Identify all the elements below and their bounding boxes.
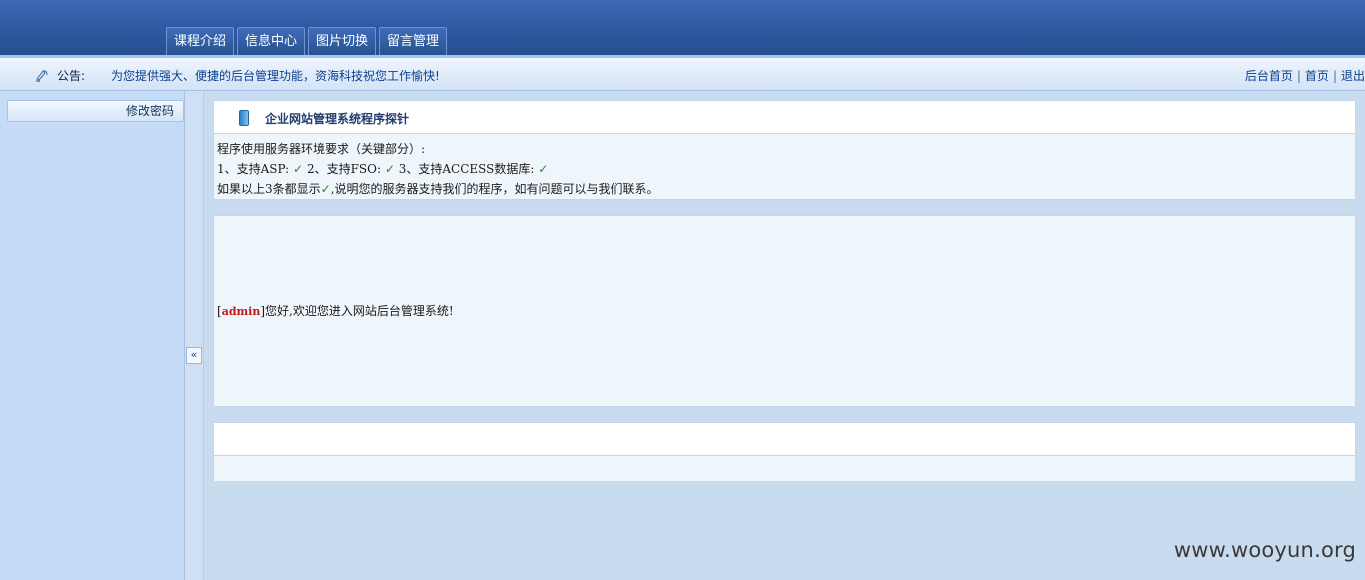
welcome-text: 您好,欢迎您进入网站后台管理系统! bbox=[265, 304, 454, 318]
welcome-message: [admin]您好,欢迎您进入网站后台管理系统! bbox=[217, 302, 454, 319]
req-asp-label: 1、支持ASP: bbox=[217, 162, 290, 176]
watermark: www.wooyun.org bbox=[1173, 538, 1356, 562]
probe-panel: 企业网站管理系统程序探针 程序使用服务器环境要求（关键部分）: 1、支持ASP:… bbox=[213, 100, 1356, 200]
notice-bar: 公告: 为您提供强大、便捷的后台管理功能，资海科技祝您工作愉快! 后台首页 | 首页… bbox=[0, 55, 1365, 91]
check-icon: ✓ bbox=[538, 162, 549, 176]
tab-course-intro[interactable]: 课程介绍 bbox=[166, 27, 235, 55]
probe-panel-body: 程序使用服务器环境要求（关键部分）: 1、支持ASP: ✓ 2、支持FSO: ✓… bbox=[214, 134, 1355, 199]
main-nav: 课程介绍 信息中心 图片切换 留言管理 bbox=[166, 27, 450, 55]
sidebar-item-change-password[interactable]: 修改密码 bbox=[7, 100, 184, 122]
megaphone-icon bbox=[36, 70, 48, 82]
tab-image-switch[interactable]: 图片切换 bbox=[308, 27, 377, 55]
top-header: 课程介绍 信息中心 图片切换 留言管理 bbox=[0, 0, 1365, 55]
probe-panel-header: 企业网站管理系统程序探针 bbox=[214, 101, 1355, 134]
notice-text: 为您提供强大、便捷的后台管理功能，资海科技祝您工作愉快! bbox=[111, 69, 440, 83]
notice-label: 公告: bbox=[57, 69, 86, 83]
requirements-list: 1、支持ASP: ✓ 2、支持FSO: ✓ 3、支持ACCESS数据库: ✓ bbox=[217, 159, 1352, 179]
phone-icon bbox=[239, 110, 249, 126]
logout-link[interactable]: 退出 bbox=[1341, 69, 1365, 83]
username: admin bbox=[221, 305, 261, 318]
admin-home-link[interactable]: 后台首页 bbox=[1245, 69, 1293, 83]
tab-info-center[interactable]: 信息中心 bbox=[237, 27, 306, 55]
note-post: ,说明您的服务器支持我们的程序，如有问题可以与我们联系。 bbox=[330, 182, 659, 196]
check-icon: ✓ bbox=[293, 162, 304, 176]
req-fso-label: 2、支持FSO: bbox=[306, 162, 382, 176]
req-access-label: 3、支持ACCESS数据库: bbox=[398, 162, 535, 176]
sidebar: 修改密码 bbox=[0, 91, 185, 580]
link-separator: | bbox=[1332, 69, 1337, 83]
empty-panel bbox=[213, 422, 1356, 482]
collapse-sidebar-button[interactable]: « bbox=[186, 347, 202, 364]
requirements-heading: 程序使用服务器环境要求（关键部分）: bbox=[217, 142, 426, 156]
probe-panel-title: 企业网站管理系统程序探针 bbox=[265, 112, 410, 126]
link-separator: | bbox=[1296, 69, 1301, 83]
empty-panel-header bbox=[214, 423, 1355, 456]
top-links: 后台首页 | 首页 | 退出 bbox=[1245, 67, 1365, 84]
tab-message-manage[interactable]: 留言管理 bbox=[379, 27, 448, 55]
note-pre: 如果以上3条都显示 bbox=[217, 182, 321, 196]
check-icon: ✓ bbox=[384, 162, 395, 176]
requirements-note: 如果以上3条都显示✓,说明您的服务器支持我们的程序，如有问题可以与我们联系。 bbox=[217, 179, 1352, 199]
home-link[interactable]: 首页 bbox=[1305, 69, 1329, 83]
welcome-panel: [admin]您好,欢迎您进入网站后台管理系统! bbox=[213, 215, 1356, 407]
sidebar-splitter bbox=[185, 91, 204, 580]
check-icon: ✓ bbox=[320, 182, 331, 196]
